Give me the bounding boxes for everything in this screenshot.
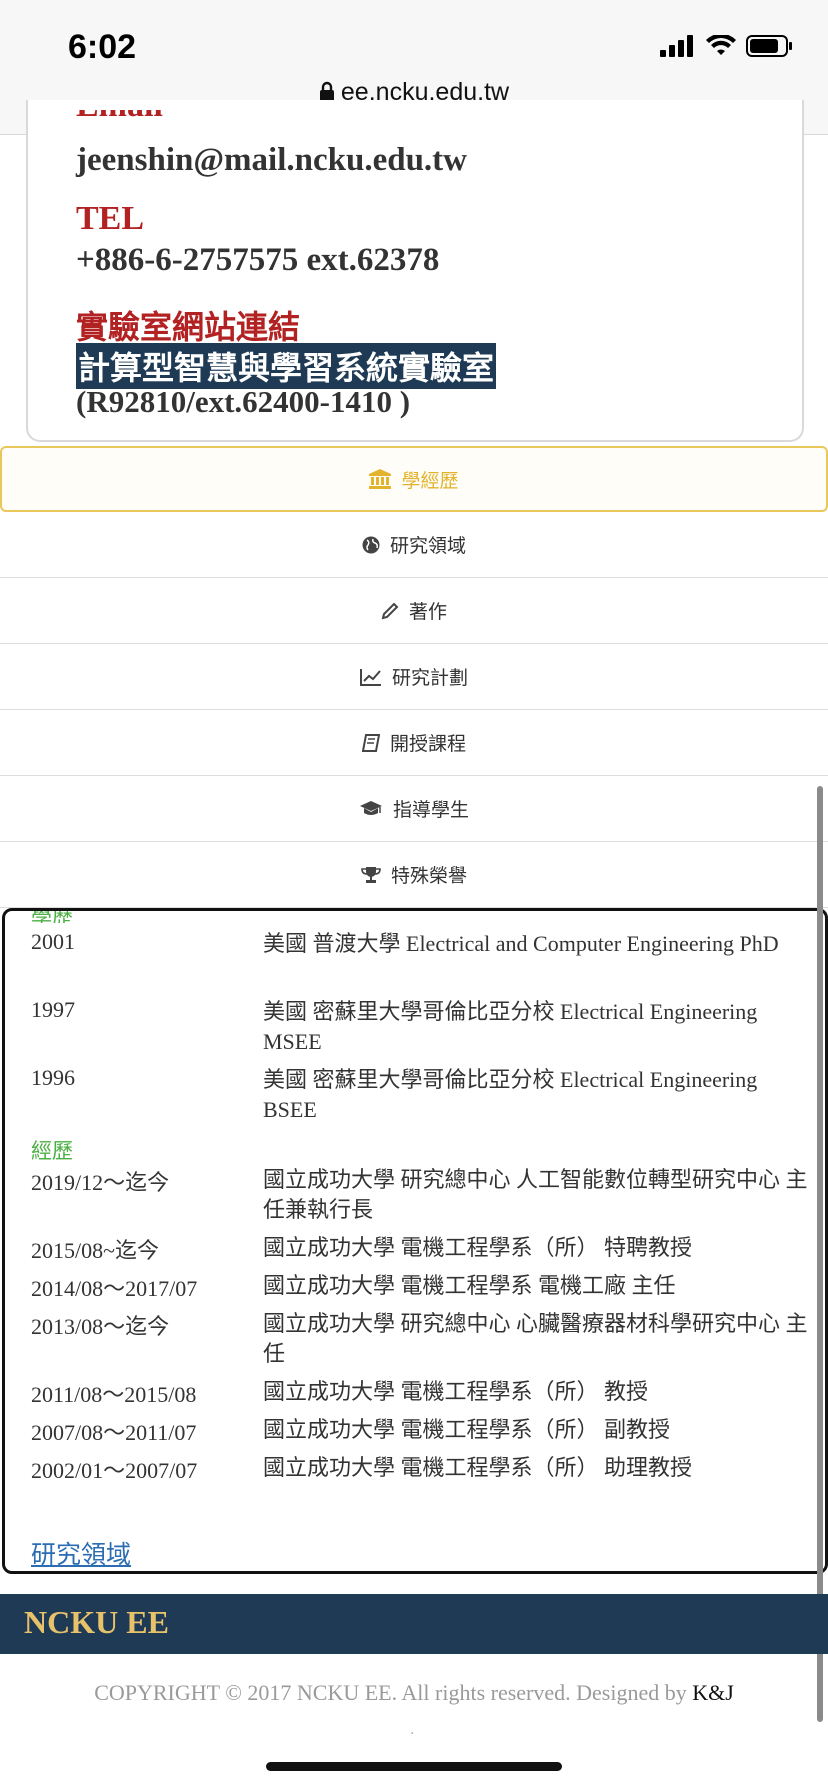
tab-label: 研究領域 [389, 535, 466, 557]
education-desc: 美國 密蘇里大學哥倫比亞分校 Electrical Engineering BS… [263, 1067, 758, 1122]
tab-label: 特殊榮譽 [390, 865, 467, 887]
experience-period: 2015/08~迄今 [31, 1238, 160, 1263]
education-desc: 美國 普渡大學 Electrical and Computer Engineer… [263, 931, 779, 956]
footer-brand: NCKU EE [24, 1604, 169, 1640]
graduation-cap-icon [359, 800, 382, 815]
tab-research-areas[interactable]: 研究領域 [0, 512, 828, 578]
tab-education-experience[interactable]: 學經歷 [0, 446, 828, 512]
experience-period: 2007/08～2011/07 [31, 1420, 197, 1445]
scrollbar[interactable] [817, 786, 823, 1722]
education-desc: 美國 密蘇里大學哥倫比亞分校 Electrical Engineering MS… [263, 999, 758, 1054]
tel-label: TEL [76, 200, 145, 237]
chart-line-icon [359, 668, 381, 686]
footer-dot: . [410, 1722, 415, 1738]
tab-label: 開授課程 [389, 733, 466, 755]
experience-desc: 國立成功大學 電機工程學系（所） 教授 [263, 1379, 649, 1404]
experience-period: 2013/08～迄今 [31, 1314, 170, 1339]
copyright-label: COPYRIGHT © 2017 NCKU EE. All rights res… [94, 1680, 693, 1705]
lab-room: (R92810/ext.62400-1410 ) [76, 384, 411, 419]
experience-desc: 國立成功大學 電機工程學系（所） 副教授 [263, 1417, 671, 1442]
tab-label: 著作 [408, 601, 447, 623]
experience-period: 2002/01～2007/07 [31, 1458, 198, 1483]
tab-label: 學經歷 [401, 469, 459, 492]
education-experience-panel: 學歷 2001 美國 普渡大學 Electrical and Computer … [2, 908, 828, 1574]
experience-desc: 國立成功大學 電機工程學系 電機工廠 主任 [263, 1273, 676, 1298]
tab-research-projects[interactable]: 研究計劃 [0, 644, 828, 710]
tab-advised-students[interactable]: 指導學生 [0, 776, 828, 842]
research-areas-link[interactable]: 研究領域 [31, 1535, 131, 1571]
education-year: 2001 [31, 929, 75, 954]
home-indicator[interactable] [266, 1762, 562, 1771]
battery-icon [746, 35, 792, 57]
system-icons [660, 34, 794, 58]
experience-period: 2019/12～迄今 [31, 1170, 170, 1195]
designer-link[interactable]: K&J [692, 1680, 734, 1705]
tab-honors[interactable]: 特殊榮譽 [0, 842, 828, 908]
globe-icon [362, 536, 380, 553]
experience-period: 2014/08～2017/07 [31, 1276, 198, 1301]
footer-brand-bar: NCKU EE [0, 1594, 828, 1654]
tab-label: 指導學生 [392, 799, 469, 821]
trophy-icon [361, 866, 381, 883]
bank-icon [369, 469, 392, 489]
experience-period: 2011/08～2015/08 [31, 1382, 197, 1407]
profile-tabs: 學經歷 研究領域 著作 研究計劃 開授課程 指導學生 特殊榮譽 [0, 446, 828, 908]
experience-desc: 國立成功大學 研究總中心 人工智能數位轉型研究中心 主任兼執行長 [263, 1167, 808, 1222]
education-year: 1996 [31, 1065, 75, 1090]
pencil-icon [381, 602, 399, 619]
experience-desc: 國立成功大學 電機工程學系（所） 特聘教授 [263, 1235, 693, 1260]
lab-website-label: 實驗室網站連結 [76, 308, 301, 346]
experience-desc: 國立成功大學 研究總中心 心臟醫療器材科學研究中心 主任 [263, 1311, 808, 1366]
lab-website-link[interactable]: 計算型智慧與學習系統實驗室 [76, 343, 497, 389]
tab-publications[interactable]: 著作 [0, 578, 828, 644]
education-year: 1997 [31, 997, 75, 1022]
tel-value[interactable]: +886-6-2757575 ext.62378 [76, 242, 439, 279]
tab-label: 研究計劃 [391, 667, 468, 689]
signal-icon [660, 35, 693, 57]
wifi-icon [706, 35, 736, 55]
book-icon [361, 733, 380, 752]
experience-desc: 國立成功大學 電機工程學系（所） 助理教授 [263, 1455, 693, 1480]
email-value[interactable]: jeenshin@mail.ncku.edu.tw [76, 142, 467, 179]
education-title: 學歷 [31, 908, 73, 923]
copyright-text: COPYRIGHT © 2017 NCKU EE. All rights res… [0, 1680, 828, 1706]
contact-card: Email jeenshin@mail.ncku.edu.tw TEL +886… [26, 100, 804, 442]
status-time: 6:02 [68, 28, 137, 66]
experience-title: 經歷 [31, 1139, 73, 1163]
tab-courses[interactable]: 開授課程 [0, 710, 828, 776]
